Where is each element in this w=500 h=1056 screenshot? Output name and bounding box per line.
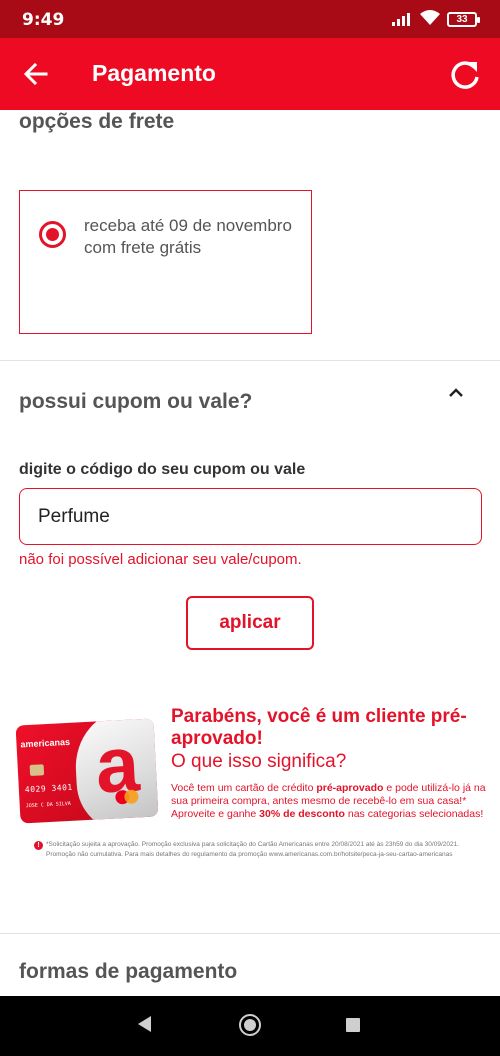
promo-banner[interactable]: a americanas 4029 3401 JOSE C DA SILVA P… [0,700,500,870]
refresh-icon[interactable] [448,58,482,92]
coupon-section-title: possui cupom ou vale? [19,390,253,413]
status-bar: 9:49 33 [0,0,500,38]
app-bar: Pagamento [0,38,500,110]
shipping-option-card[interactable]: receba até 09 de novembro com frete grát… [19,190,312,334]
back-arrow-icon[interactable] [20,58,52,90]
nav-recent-apps-icon[interactable] [346,1018,360,1032]
radio-selected-icon[interactable] [39,221,66,248]
nav-home-icon[interactable] [239,1014,261,1036]
card-chip-icon [29,764,45,776]
shipping-option-label: receba até 09 de novembro com frete grát… [84,216,292,257]
signal-icon [392,12,414,26]
info-icon: ! [34,841,43,850]
coupon-input[interactable] [19,488,482,545]
coupon-error-message: não foi possível adicionar seu vale/cupo… [19,551,302,568]
promo-body: Você tem um cartão de crédito pré-aprova… [171,782,486,820]
divider [0,360,500,361]
status-time: 9:49 [22,10,65,30]
promo-headline: Parabéns, você é um cliente pré-aprovado… [171,706,467,749]
card-holder: JOSE C DA SILVA [25,800,72,810]
divider [0,933,500,934]
promo-subheadline: O que isso significa? [171,751,347,772]
apply-coupon-button[interactable]: aplicar [186,596,314,650]
wifi-icon [420,10,440,25]
promo-fine-print: *Solicitação sujeita a aprovação. Promoç… [46,841,460,858]
nav-back-icon[interactable] [138,1016,151,1032]
card-brand: americanas [20,736,71,750]
page-title: Pagamento [92,60,216,86]
card-number: 4029 3401 [24,782,73,795]
payment-section-title: formas de pagamento [19,960,238,983]
system-nav-bar [0,996,500,1056]
shipping-section-title: opções de frete [19,110,175,133]
credit-card-image: a americanas 4029 3401 JOSE C DA SILVA [15,718,159,824]
chevron-up-icon[interactable] [446,386,466,400]
coupon-field-label: digite o código do seu cupom ou vale [19,461,306,478]
battery-icon: 33 [447,12,480,27]
